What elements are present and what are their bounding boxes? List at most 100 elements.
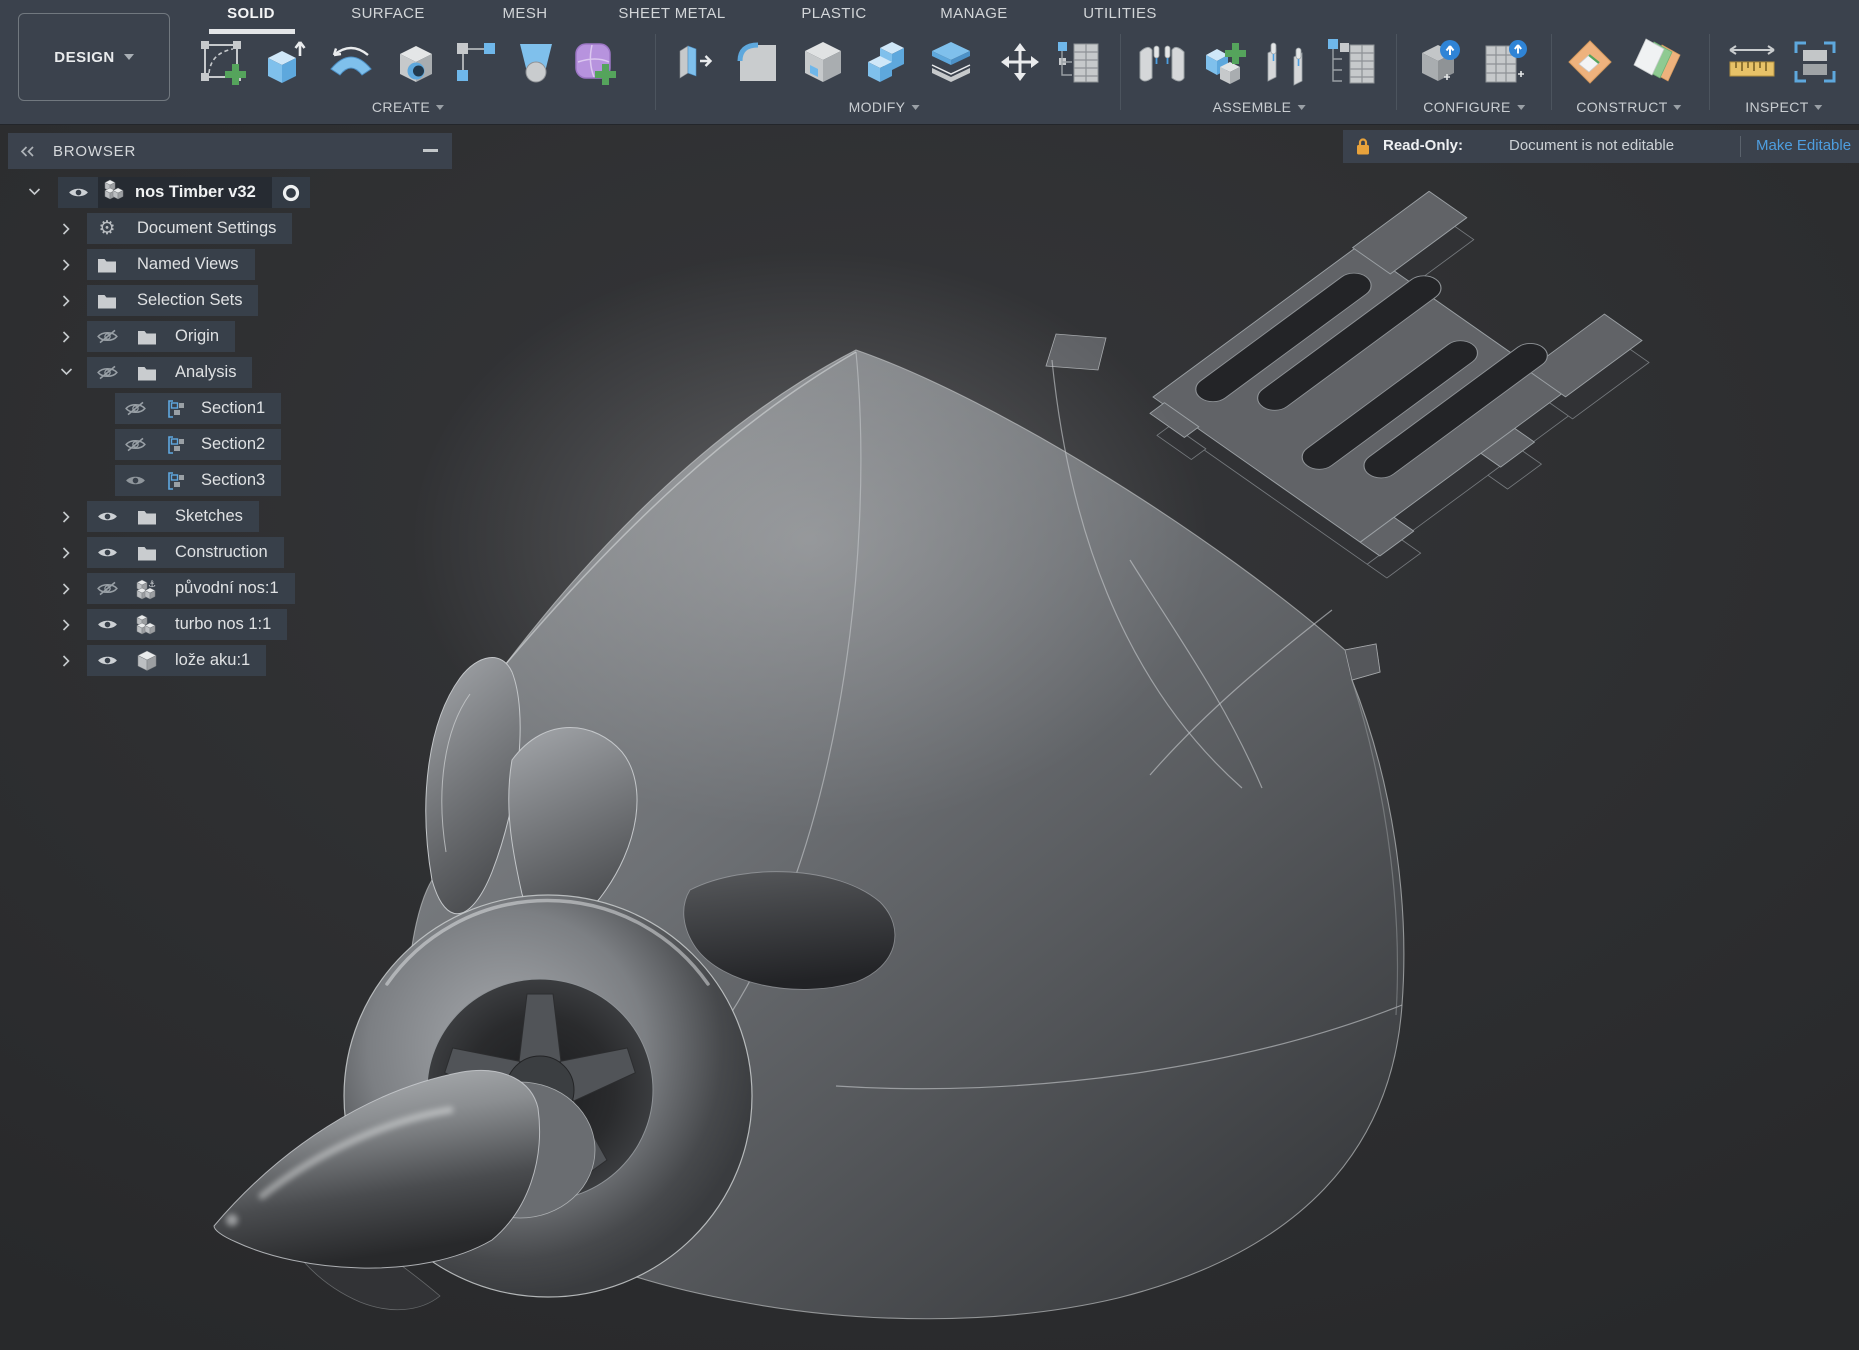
offset-plane-icon: [1632, 35, 1686, 89]
rectangular-pattern-icon: [453, 39, 499, 85]
chevron-down-icon: [1297, 105, 1305, 110]
group-label-assemble[interactable]: ASSEMBLE: [1213, 99, 1306, 115]
configuration-table-button[interactable]: [1478, 34, 1530, 90]
item-label: Document Settings: [137, 219, 276, 238]
section-icon: [155, 471, 197, 491]
change-parameters-button[interactable]: [1052, 34, 1104, 90]
read-only-message: Document is not editable: [1509, 137, 1674, 154]
chevron-right-icon[interactable]: [62, 330, 72, 343]
as-built-joint-icon: [1260, 37, 1310, 87]
minus-icon[interactable]: [423, 149, 438, 152]
visibility-eye-icon[interactable]: [87, 509, 127, 524]
chevron-expanded-icon[interactable]: [29, 188, 42, 198]
combine-button[interactable]: [860, 34, 912, 90]
move-copy-button[interactable]: [998, 34, 1042, 90]
create-form-button[interactable]: [568, 34, 624, 90]
item-label: Sketches: [175, 507, 243, 526]
folder-icon: [87, 257, 127, 273]
collapse-panel-icon[interactable]: [20, 146, 35, 157]
assemble-label: ASSEMBLE: [1213, 99, 1292, 115]
offset-plane-button[interactable]: [1632, 34, 1686, 90]
measure-button[interactable]: [1724, 34, 1780, 90]
chevron-expanded-icon[interactable]: [61, 368, 74, 378]
configuration-button[interactable]: [1414, 34, 1464, 90]
folder-icon: [127, 509, 167, 525]
chevron-right-icon[interactable]: [62, 222, 72, 235]
fillet-button[interactable]: [732, 34, 782, 90]
inspect-label: INSPECT: [1745, 99, 1808, 115]
chevron-down-icon: [124, 54, 134, 60]
chevron-right-icon[interactable]: [62, 654, 72, 667]
group-label-create[interactable]: CREATE: [372, 99, 444, 115]
visibility-eye-off-icon[interactable]: [87, 329, 127, 344]
create-label: CREATE: [372, 99, 430, 115]
section-analysis-button[interactable]: [1790, 34, 1840, 90]
section-icon: [155, 399, 197, 419]
visibility-eye-off-icon[interactable]: [87, 581, 127, 596]
item-label: původní nos:1: [175, 579, 279, 598]
component-table-button[interactable]: [1322, 34, 1380, 90]
folder-icon: [127, 365, 167, 381]
configuration-table-icon: [1478, 36, 1530, 88]
as-built-joint-button[interactable]: [1260, 34, 1310, 90]
visibility-eye-icon[interactable]: [87, 653, 127, 668]
tab-sheet-metal[interactable]: SHEET METAL: [618, 5, 725, 22]
split-body-button[interactable]: [924, 34, 978, 90]
visibility-eye-icon[interactable]: [87, 617, 127, 632]
browser-header: BROWSER: [8, 133, 452, 169]
tab-solid[interactable]: SOLID: [227, 5, 275, 22]
item-label: turbo nos 1:1: [175, 615, 271, 634]
chevron-right-icon[interactable]: [62, 546, 72, 559]
group-label-configure[interactable]: CONFIGURE: [1423, 99, 1525, 115]
chevron-right-icon[interactable]: [62, 510, 72, 523]
activate-component-radio[interactable]: [272, 177, 310, 208]
tab-surface[interactable]: SURFACE: [351, 5, 425, 22]
hole-button[interactable]: [392, 34, 440, 90]
folder-icon: [127, 329, 167, 345]
chevron-right-icon[interactable]: [62, 618, 72, 631]
item-label: Section3: [201, 471, 265, 490]
tab-mesh[interactable]: MESH: [503, 5, 548, 22]
visibility-eye-off-icon[interactable]: [87, 365, 127, 380]
group-label-inspect[interactable]: INSPECT: [1745, 99, 1822, 115]
shell-button[interactable]: [796, 34, 850, 90]
chevron-down-icon: [1517, 105, 1525, 110]
change-parameters-icon: [1052, 36, 1104, 88]
visibility-eye-dimmed-icon[interactable]: [115, 473, 155, 488]
visibility-eye-icon[interactable]: [87, 545, 127, 560]
make-editable-link[interactable]: Make Editable: [1756, 137, 1851, 154]
group-label-construct[interactable]: CONSTRUCT: [1576, 99, 1681, 115]
folder-icon: [127, 545, 167, 561]
revolve-button[interactable]: [326, 34, 376, 90]
visibility-eye-off-icon[interactable]: [115, 437, 155, 452]
group-label-modify[interactable]: MODIFY: [849, 99, 920, 115]
visibility-eye-icon[interactable]: [58, 185, 98, 200]
component-table-icon: [1322, 33, 1380, 91]
chevron-down-icon: [1674, 105, 1682, 110]
chevron-right-icon[interactable]: [62, 582, 72, 595]
chevron-right-icon[interactable]: [62, 294, 72, 307]
joint-icon: [1134, 34, 1190, 90]
tab-utilities[interactable]: UTILITIES: [1083, 5, 1157, 22]
tab-manage[interactable]: MANAGE: [940, 5, 1007, 22]
toolbar-divider: [655, 34, 656, 110]
visibility-eye-off-icon[interactable]: [115, 401, 155, 416]
rectangular-pattern-button[interactable]: [453, 34, 499, 90]
loft-button[interactable]: [510, 34, 562, 90]
joint-button[interactable]: [1134, 34, 1190, 90]
new-component-button[interactable]: [1198, 34, 1248, 90]
press-pull-button[interactable]: [670, 34, 716, 90]
read-only-banner: Read-Only: Document is not editable Make…: [1343, 130, 1859, 163]
design-menu-button[interactable]: DESIGN: [18, 13, 170, 101]
new-component-icon: [1198, 37, 1248, 87]
extrude-icon: [256, 36, 308, 88]
revolve-icon: [326, 37, 376, 87]
toolbar-divider: [1396, 34, 1397, 110]
construction-plane-button[interactable]: [1566, 34, 1614, 90]
extrude-button[interactable]: [256, 34, 308, 90]
create-sketch-button[interactable]: [198, 34, 250, 90]
read-only-label: Read-Only:: [1383, 137, 1463, 154]
tab-plastic[interactable]: PLASTIC: [801, 5, 866, 22]
chevron-right-icon[interactable]: [62, 258, 72, 271]
lock-icon: [1355, 137, 1371, 161]
